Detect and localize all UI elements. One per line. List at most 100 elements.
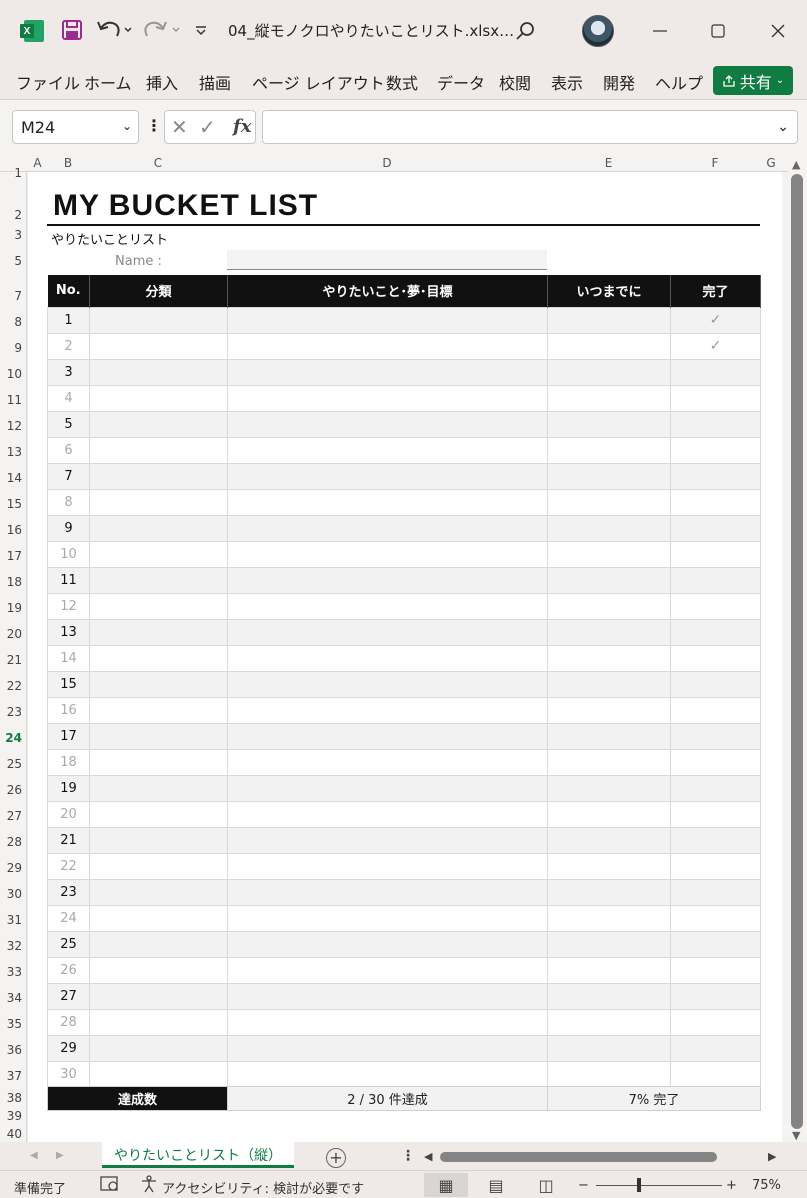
item-cell[interactable]: [227, 956, 548, 984]
category-cell[interactable]: [89, 592, 228, 620]
deadline-cell[interactable]: [547, 748, 671, 776]
row-header[interactable]: 9: [14, 341, 22, 355]
deadline-cell[interactable]: [547, 1034, 671, 1062]
vertical-scroll-thumb[interactable]: [791, 174, 803, 1129]
row-number-cell[interactable]: 8: [47, 488, 90, 516]
deadline-cell[interactable]: [547, 722, 671, 750]
done-cell[interactable]: [670, 748, 761, 776]
category-cell[interactable]: [89, 930, 228, 958]
deadline-cell[interactable]: [547, 410, 671, 438]
row-number-cell[interactable]: 27: [47, 982, 90, 1010]
item-cell[interactable]: [227, 644, 548, 672]
done-cell[interactable]: [670, 514, 761, 542]
deadline-cell[interactable]: [547, 332, 671, 360]
done-cell[interactable]: [670, 488, 761, 516]
category-cell[interactable]: [89, 1034, 228, 1062]
done-cell[interactable]: [670, 462, 761, 490]
deadline-cell[interactable]: [547, 696, 671, 724]
row-header[interactable]: 35: [7, 1017, 22, 1031]
done-cell[interactable]: [670, 904, 761, 932]
tab-data[interactable]: データ: [437, 70, 485, 94]
row-number-cell[interactable]: 13: [47, 618, 90, 646]
category-cell[interactable]: [89, 748, 228, 776]
tab-draw[interactable]: 描画: [199, 70, 231, 94]
row-number-cell[interactable]: 3: [47, 358, 90, 386]
insert-function-icon[interactable]: fx: [233, 116, 251, 137]
row-header[interactable]: 19: [7, 601, 22, 615]
done-cell[interactable]: [670, 722, 761, 750]
tab-page-layout[interactable]: ページ レイアウト: [252, 70, 385, 94]
item-cell[interactable]: [227, 332, 548, 360]
row-header[interactable]: 27: [7, 809, 22, 823]
zoom-in-button[interactable]: +: [726, 1178, 737, 1193]
category-cell[interactable]: [89, 358, 228, 386]
prev-sheet-icon[interactable]: ◀: [30, 1150, 38, 1161]
item-cell[interactable]: [227, 566, 548, 594]
col-header-b[interactable]: B: [47, 156, 89, 170]
category-cell[interactable]: [89, 1060, 228, 1088]
zoom-slider[interactable]: [596, 1185, 722, 1186]
done-cell[interactable]: [670, 436, 761, 464]
category-cell[interactable]: [89, 332, 228, 360]
item-cell[interactable]: [227, 436, 548, 464]
maximize-icon[interactable]: [698, 16, 738, 46]
item-cell[interactable]: [227, 410, 548, 438]
done-cell[interactable]: [670, 566, 761, 594]
col-header-e[interactable]: E: [547, 156, 670, 170]
row-header[interactable]: 23: [7, 705, 22, 719]
done-cell[interactable]: [670, 930, 761, 958]
save-icon[interactable]: [60, 18, 84, 42]
header-item[interactable]: やりたいこと･夢･目標: [227, 275, 548, 307]
done-cell[interactable]: [670, 410, 761, 438]
row-header-active[interactable]: 24: [5, 731, 22, 745]
deadline-cell[interactable]: [547, 904, 671, 932]
deadline-cell[interactable]: [547, 670, 671, 698]
achieved-count[interactable]: 2 / 30 件達成: [227, 1086, 548, 1111]
col-header-d[interactable]: D: [227, 156, 547, 170]
header-no[interactable]: No.: [47, 275, 90, 307]
deadline-cell[interactable]: [547, 488, 671, 516]
row-number-cell[interactable]: 16: [47, 696, 90, 724]
row-header[interactable]: 5: [14, 254, 22, 268]
done-cell[interactable]: [670, 1034, 761, 1062]
tab-insert[interactable]: 挿入: [146, 70, 178, 94]
row-header[interactable]: 40: [7, 1127, 22, 1141]
item-cell[interactable]: [227, 540, 548, 568]
row-header[interactable]: 38: [7, 1091, 22, 1105]
item-cell[interactable]: [227, 852, 548, 880]
achieved-percent[interactable]: 7% 完了: [547, 1086, 761, 1111]
search-icon[interactable]: [512, 18, 538, 44]
sheet-tab-active[interactable]: やりたいことリスト（縦）: [102, 1142, 294, 1168]
deadline-cell[interactable]: [547, 826, 671, 854]
row-number-cell[interactable]: 30: [47, 1060, 90, 1088]
item-cell[interactable]: [227, 1008, 548, 1036]
category-cell[interactable]: [89, 540, 228, 568]
deadline-cell[interactable]: [547, 514, 671, 542]
deadline-cell[interactable]: [547, 592, 671, 620]
row-header[interactable]: 13: [7, 445, 22, 459]
category-cell[interactable]: [89, 904, 228, 932]
done-cell[interactable]: [670, 358, 761, 386]
deadline-cell[interactable]: [547, 800, 671, 828]
row-header[interactable]: 15: [7, 497, 22, 511]
row-number-cell[interactable]: 14: [47, 644, 90, 672]
close-icon[interactable]: [758, 16, 798, 46]
scroll-left-icon[interactable]: ◀: [424, 1150, 432, 1163]
done-cell[interactable]: [670, 956, 761, 984]
deadline-cell[interactable]: [547, 878, 671, 906]
row-number-cell[interactable]: 9: [47, 514, 90, 542]
category-cell[interactable]: [89, 956, 228, 984]
row-header[interactable]: 16: [7, 523, 22, 537]
row-number-cell[interactable]: 22: [47, 852, 90, 880]
item-cell[interactable]: [227, 722, 548, 750]
row-header[interactable]: 22: [7, 679, 22, 693]
deadline-cell[interactable]: [547, 956, 671, 984]
row-header[interactable]: 12: [7, 419, 22, 433]
deadline-cell[interactable]: [547, 1008, 671, 1036]
row-number-cell[interactable]: 18: [47, 748, 90, 776]
row-header[interactable]: 32: [7, 939, 22, 953]
row-header[interactable]: 2: [14, 208, 22, 222]
done-cell[interactable]: [670, 826, 761, 854]
page-break-view-icon[interactable]: ◫: [524, 1173, 568, 1197]
tab-home[interactable]: ホーム: [84, 70, 132, 94]
